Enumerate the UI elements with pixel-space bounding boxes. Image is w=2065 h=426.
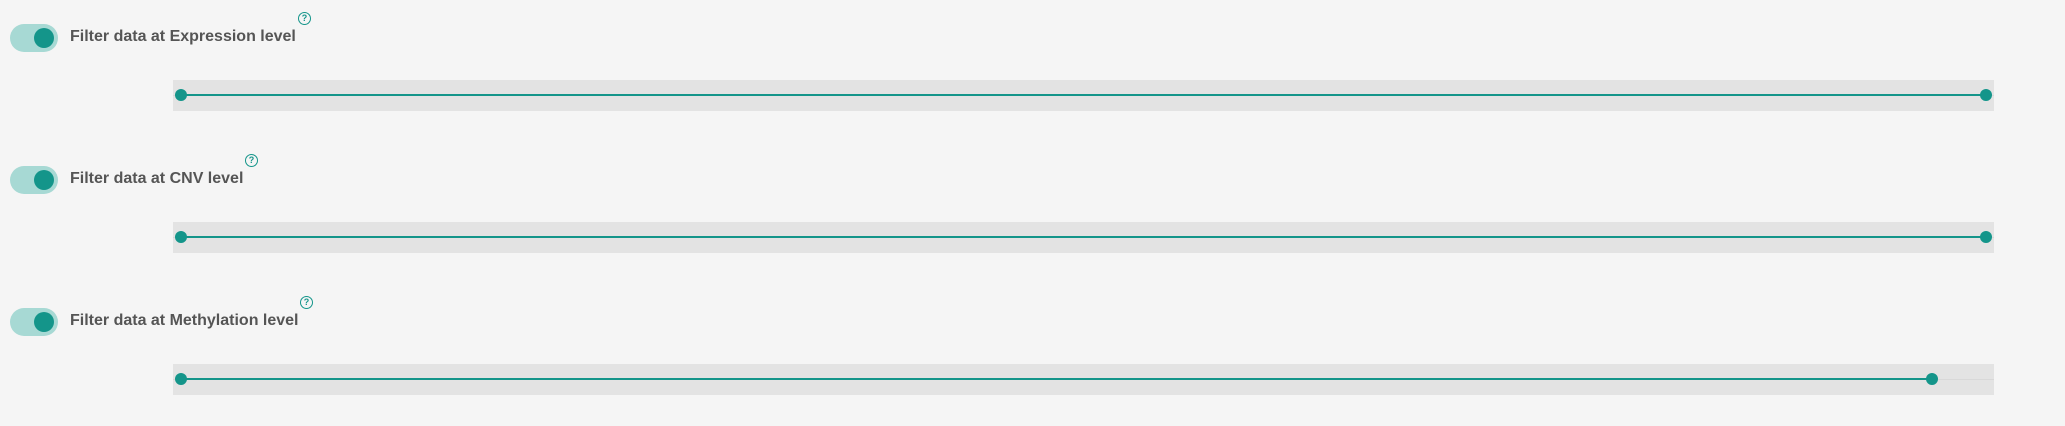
toggle-knob bbox=[34, 28, 54, 48]
slider-min-handle[interactable] bbox=[175, 373, 187, 385]
filter-row-cnv: Filter data at CNV level ? bbox=[0, 142, 2065, 284]
question-circle-icon[interactable]: ? bbox=[300, 296, 313, 309]
cnv-filter-toggle[interactable] bbox=[10, 166, 58, 194]
toggle-knob bbox=[34, 170, 54, 190]
slider-max-handle[interactable] bbox=[1980, 231, 1992, 243]
toggle-knob bbox=[34, 312, 54, 332]
expression-filter-toggle[interactable] bbox=[10, 24, 58, 52]
expression-filter-label: Filter data at Expression level bbox=[70, 28, 296, 45]
filter-row-expression: Filter data at Expression level ? bbox=[0, 0, 2065, 142]
cnv-range-slider[interactable] bbox=[173, 222, 1994, 253]
cnv-filter-label: Filter data at CNV level bbox=[70, 170, 244, 187]
slider-selected-range bbox=[181, 94, 1986, 96]
methylation-filter-label: Filter data at Methylation level bbox=[70, 312, 299, 329]
slider-min-handle[interactable] bbox=[175, 89, 187, 101]
slider-selected-range bbox=[181, 378, 1932, 380]
slider-min-handle[interactable] bbox=[175, 231, 187, 243]
methylation-range-slider[interactable] bbox=[173, 364, 1994, 395]
slider-max-handle[interactable] bbox=[1980, 89, 1992, 101]
methylation-filter-toggle[interactable] bbox=[10, 308, 58, 336]
expression-range-slider[interactable] bbox=[173, 80, 1994, 111]
question-circle-icon[interactable]: ? bbox=[298, 12, 311, 25]
slider-max-handle[interactable] bbox=[1925, 373, 1938, 385]
slider-selected-range bbox=[181, 236, 1986, 238]
question-circle-icon[interactable]: ? bbox=[245, 154, 258, 167]
